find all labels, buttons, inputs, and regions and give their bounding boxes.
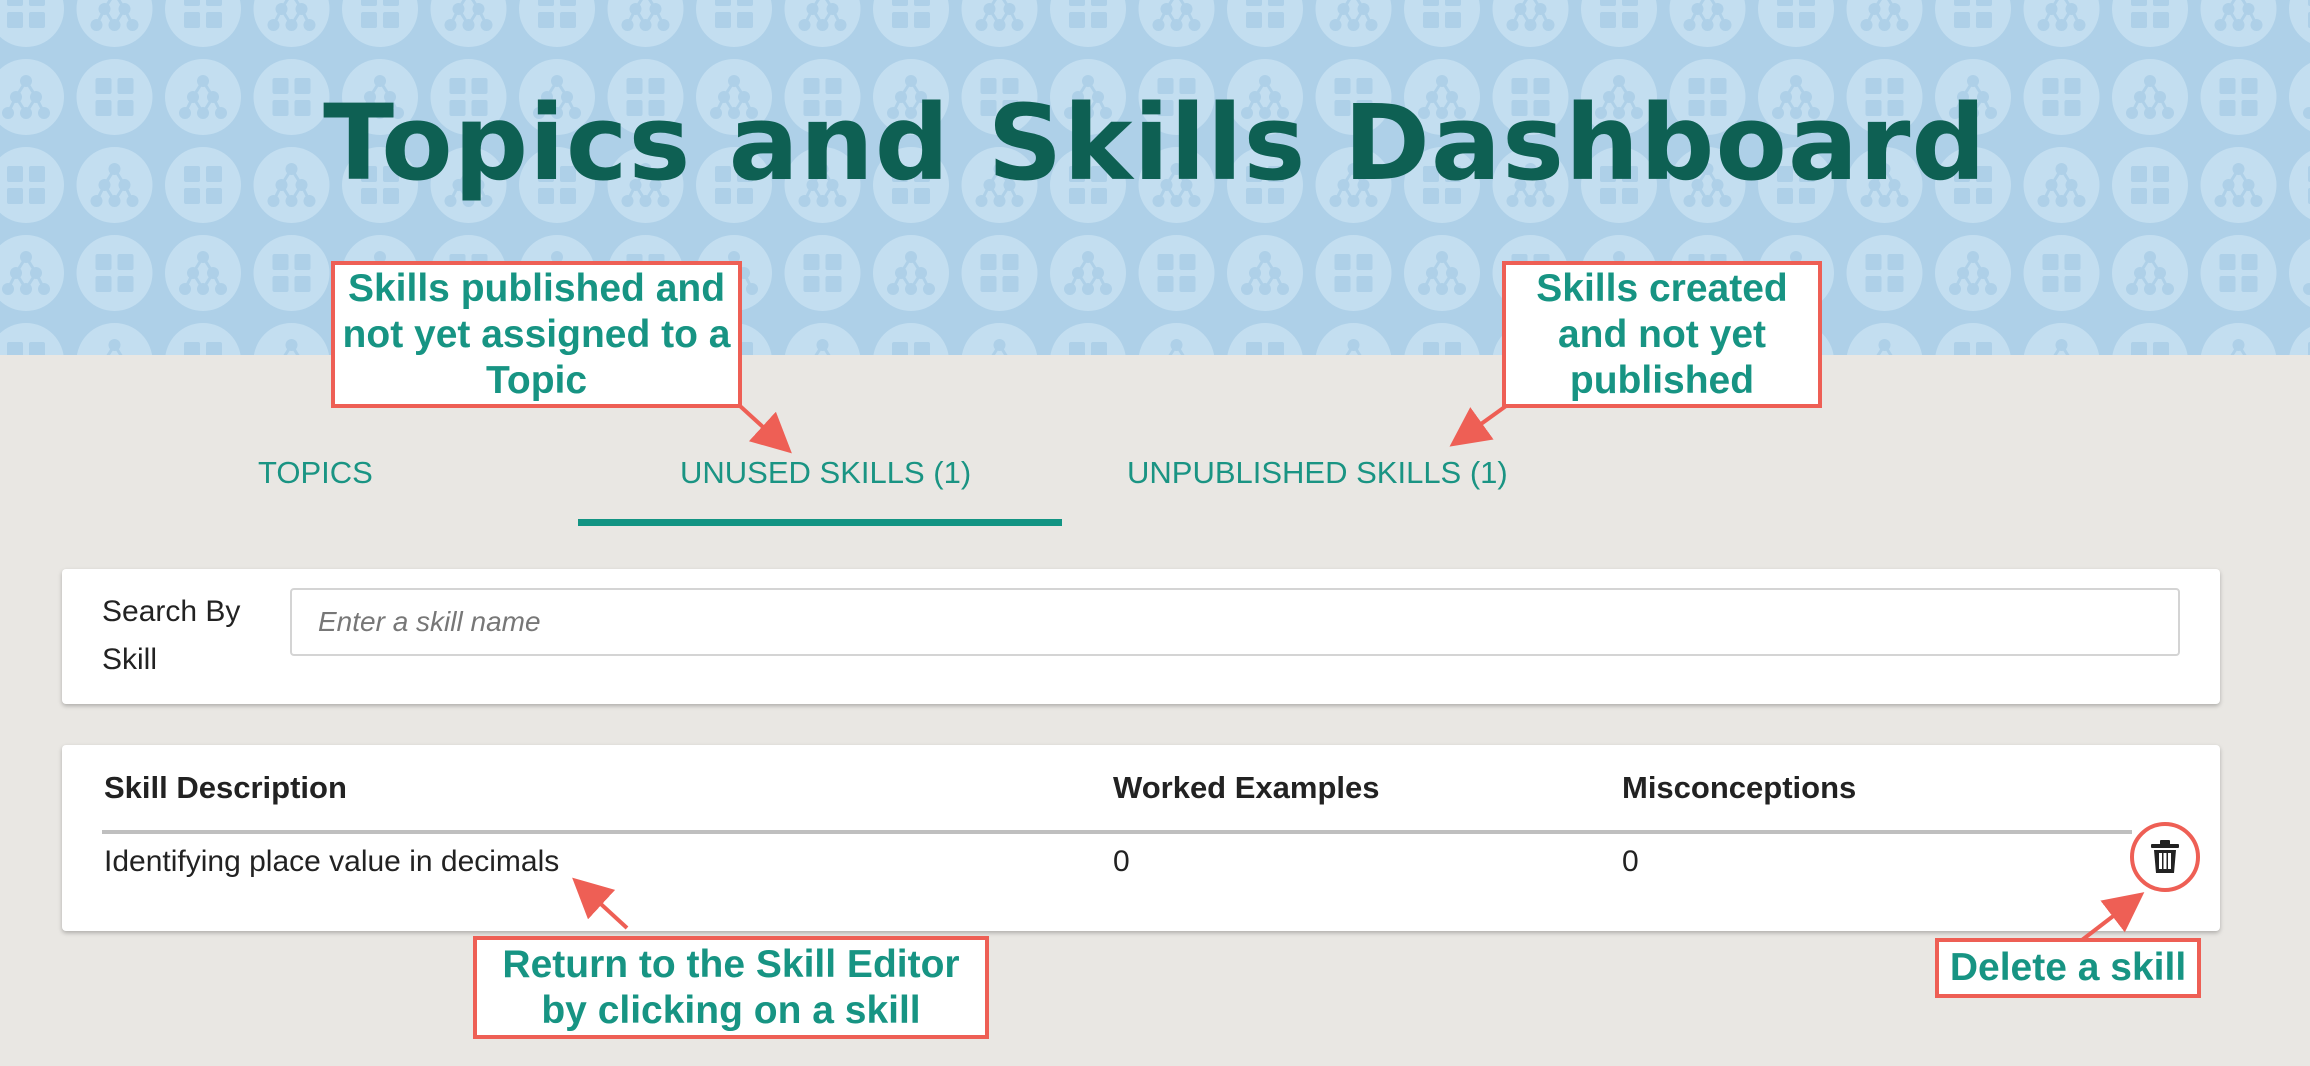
pattern-tile bbox=[2200, 235, 2277, 311]
pattern-tile bbox=[0, 0, 64, 47]
pattern-tile bbox=[1669, 0, 1746, 47]
pattern-tile bbox=[873, 235, 949, 311]
worked-examples-count: 0 bbox=[1113, 845, 1130, 878]
pattern-tile bbox=[76, 323, 153, 355]
annotation-delete-skill-text: Delete a skill bbox=[1949, 946, 2187, 989]
pattern-tile bbox=[2289, 239, 2310, 307]
pattern-tile bbox=[1404, 0, 1480, 47]
pattern-tile bbox=[430, 0, 507, 47]
pattern-tile bbox=[253, 0, 330, 47]
annotation-delete-skill: Delete a skill bbox=[1935, 938, 2201, 998]
pattern-tile bbox=[1138, 0, 1215, 47]
pattern-tile bbox=[165, 235, 241, 311]
pattern-tile bbox=[165, 323, 241, 355]
pattern-tile bbox=[165, 0, 241, 47]
annotation-unpublished-skills: Skills created and not yet published bbox=[1502, 261, 1822, 408]
pattern-tile bbox=[696, 0, 772, 47]
pattern-tile bbox=[873, 323, 949, 355]
table-header-divider bbox=[102, 830, 2132, 834]
pattern-tile bbox=[1050, 235, 1126, 311]
pattern-tile bbox=[961, 323, 1038, 355]
pattern-tile bbox=[1315, 0, 1392, 47]
pattern-tile bbox=[2023, 323, 2100, 355]
annotation-unused-skills-text: Skills published and not yet assigned to… bbox=[342, 266, 731, 402]
annotation-unpublished-skills-text: Skills created and not yet published bbox=[1536, 266, 1788, 402]
pattern-tile bbox=[1138, 235, 1215, 311]
pattern-tile bbox=[607, 0, 684, 47]
tab-unused-skills[interactable]: UNUSED SKILLS (1) bbox=[680, 455, 971, 491]
pattern-tile bbox=[1227, 0, 1303, 47]
pattern-tile bbox=[1581, 0, 1657, 47]
pattern-tile bbox=[1050, 0, 1126, 47]
pattern-tile bbox=[873, 0, 949, 47]
pattern-tile bbox=[2112, 0, 2188, 47]
search-label: Search By Skill bbox=[102, 595, 241, 676]
search-input[interactable] bbox=[290, 588, 2180, 656]
pattern-tile bbox=[1404, 235, 1480, 311]
pattern-tile bbox=[519, 0, 595, 47]
pattern-tile bbox=[2200, 323, 2277, 355]
arrow-to-unpublished-skills-tab bbox=[1449, 404, 1508, 447]
pattern-tile bbox=[2023, 235, 2100, 311]
skill-description-link[interactable]: Identifying place value in decimals bbox=[104, 845, 559, 879]
page-title: Topics and Skills Dashboard bbox=[323, 82, 1987, 204]
pattern-tile bbox=[1758, 0, 1834, 47]
tab-unpublished-skills[interactable]: UNPUBLISHED SKILLS (1) bbox=[1127, 455, 1508, 491]
pattern-tile bbox=[1050, 323, 1126, 355]
header-skill-description: Skill Description bbox=[104, 770, 347, 805]
pattern-tile bbox=[1846, 235, 1923, 311]
pattern-tile bbox=[1227, 323, 1303, 355]
pattern-tile bbox=[1404, 323, 1480, 355]
pattern-tile bbox=[1846, 323, 1923, 355]
pattern-tile bbox=[1935, 0, 2011, 47]
annotation-return-to-editor: Return to the Skill Editor by clicking o… bbox=[473, 936, 989, 1039]
pattern-tile bbox=[2112, 323, 2188, 355]
pattern-tile bbox=[784, 235, 861, 311]
pattern-tile bbox=[2200, 0, 2277, 47]
pattern-tile bbox=[1138, 323, 1215, 355]
pattern-tile bbox=[76, 0, 153, 47]
pattern-tile bbox=[0, 323, 64, 355]
pattern-tile bbox=[1227, 235, 1303, 311]
pattern-tile bbox=[784, 0, 861, 47]
pattern-tile bbox=[1846, 0, 1923, 47]
pattern-tile bbox=[961, 235, 1038, 311]
active-tab-indicator bbox=[578, 519, 1062, 526]
header-worked-examples: Worked Examples bbox=[1113, 770, 1380, 805]
arrow-to-unused-skills-tab bbox=[738, 404, 792, 454]
pattern-tile bbox=[2023, 0, 2100, 47]
pattern-tile bbox=[1315, 235, 1392, 311]
pattern-tile bbox=[2289, 0, 2310, 43]
pattern-tile bbox=[2289, 327, 2310, 355]
pattern-tile bbox=[342, 0, 418, 47]
pattern-tile bbox=[2112, 235, 2188, 311]
pattern-tile bbox=[0, 235, 64, 311]
delete-skill-button[interactable] bbox=[2130, 822, 2200, 892]
pattern-tile bbox=[1935, 323, 2011, 355]
pattern-tile bbox=[76, 235, 153, 311]
misconceptions-count: 0 bbox=[1622, 845, 1639, 878]
pattern-tile bbox=[253, 235, 330, 311]
pattern-tile bbox=[253, 323, 330, 355]
pattern-tile bbox=[784, 323, 861, 355]
pattern-tile bbox=[1492, 0, 1569, 47]
pattern-tile bbox=[1315, 323, 1392, 355]
annotation-unused-skills: Skills published and not yet assigned to… bbox=[331, 261, 742, 408]
tab-topics[interactable]: TOPICS bbox=[258, 455, 373, 491]
trash-icon bbox=[2151, 840, 2179, 873]
header-misconceptions: Misconceptions bbox=[1622, 770, 1857, 805]
pattern-tile bbox=[961, 0, 1038, 47]
annotation-return-to-editor-text: Return to the Skill Editor by clicking o… bbox=[502, 942, 960, 1032]
pattern-tile bbox=[1935, 235, 2011, 311]
